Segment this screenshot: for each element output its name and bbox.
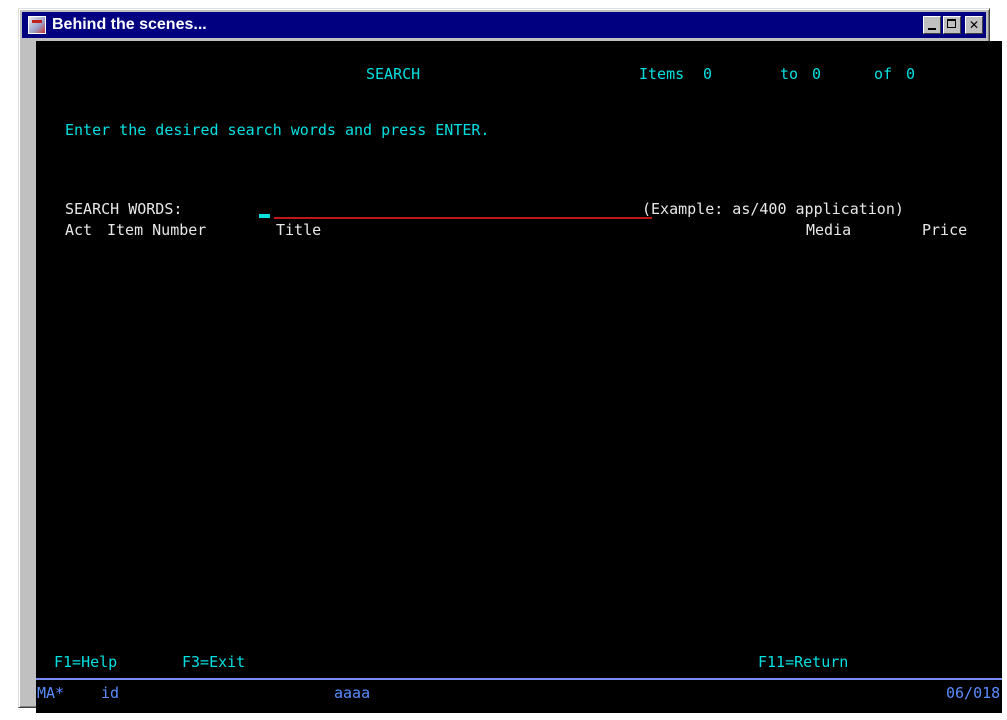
maximize-icon (947, 19, 956, 28)
title-bar[interactable]: Behind the scenes... ✕ (22, 12, 986, 38)
status-mode: MA* (37, 684, 65, 702)
search-input-underline[interactable] (274, 217, 652, 219)
maximize-button[interactable] (943, 16, 961, 34)
of-label: of (874, 65, 893, 83)
screen-title: SEARCH (366, 65, 421, 83)
items-to-value: 0 (812, 65, 822, 83)
column-media: Media (806, 221, 852, 239)
column-item-number: Item Number (107, 221, 207, 239)
f11-return-key[interactable]: F11=Return (758, 653, 848, 671)
items-label: Items (639, 65, 685, 83)
minimize-button[interactable] (923, 16, 941, 34)
window-title: Behind the scenes... (52, 16, 207, 33)
example-hint: (Example: as/400 application) (642, 200, 904, 218)
column-title: Title (276, 221, 322, 239)
close-button[interactable]: ✕ (965, 16, 983, 34)
text-cursor (259, 214, 270, 218)
terminal-screen[interactable]: SEARCH Items 0 to 0 of 0 Enter the desir… (36, 41, 1002, 713)
column-act: Act (65, 221, 93, 239)
status-user: id (101, 684, 120, 702)
app-window: Behind the scenes... ✕ SEARCH Items 0 to… (18, 8, 1002, 713)
f3-exit-key[interactable]: F3=Exit (182, 653, 245, 671)
column-price: Price (922, 221, 968, 239)
status-session: aaaa (334, 684, 371, 702)
minimize-icon (928, 28, 936, 30)
search-words-label: SEARCH WORDS: (65, 200, 183, 218)
app-icon[interactable] (28, 16, 46, 34)
status-cursor-position: 06/018 (946, 684, 1001, 702)
items-from-value: 0 (703, 65, 713, 83)
to-label: to (780, 65, 799, 83)
f1-help-key[interactable]: F1=Help (54, 653, 117, 671)
window-controls: ✕ (923, 16, 983, 34)
status-separator (36, 678, 1002, 680)
close-icon: ✕ (968, 18, 980, 32)
items-total-value: 0 (906, 65, 916, 83)
instruction-text: Enter the desired search words and press… (65, 121, 490, 139)
